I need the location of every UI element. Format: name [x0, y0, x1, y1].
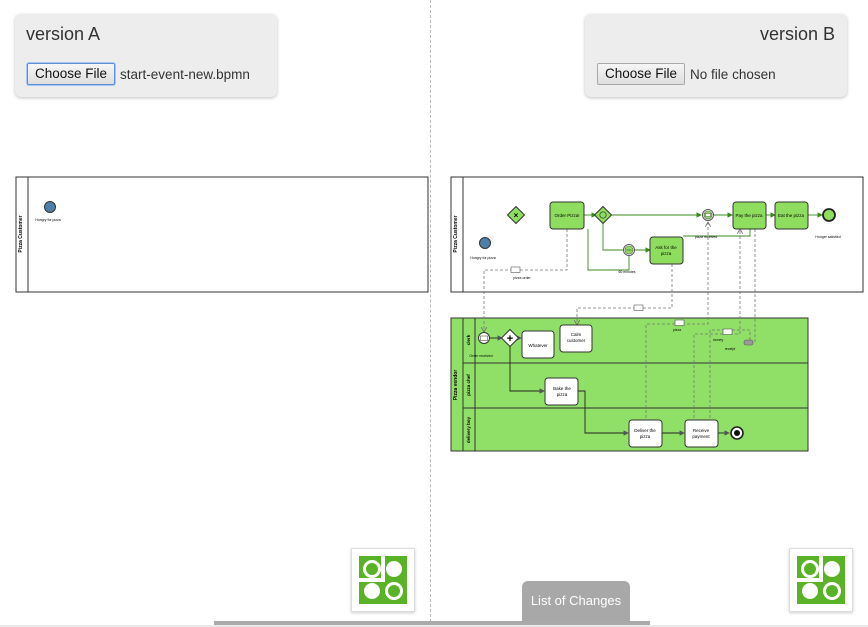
- end-event-customer[interactable]: [822, 208, 836, 222]
- task-bake-pizza[interactable]: Bake the pizza: [544, 377, 579, 406]
- vendor-pool-label: Pizza vendor: [453, 370, 459, 401]
- pizza-received-label: pizza received: [695, 235, 717, 239]
- svg-text:pizza: pizza: [640, 434, 651, 439]
- task-calm-customer[interactable]: Calm customer: [559, 324, 593, 353]
- diagram-a: Pizza Customer Hungry for pizza: [15, 176, 429, 293]
- svg-text:Pay the pizza: Pay the pizza: [735, 213, 763, 218]
- puzzle-gears-icon: [359, 556, 407, 604]
- diagram-b: Pizza Customer Pizza vendor clerk pizza …: [450, 176, 864, 452]
- logo-right[interactable]: [789, 548, 853, 612]
- order-received-label: Order received: [469, 354, 492, 358]
- svg-text:+: +: [507, 333, 513, 345]
- end-event-vendor[interactable]: [730, 426, 744, 440]
- svg-text:pizza: pizza: [661, 251, 672, 256]
- svg-text:Receive: Receive: [693, 428, 710, 433]
- task-pay-pizza[interactable]: Pay the pizza: [732, 201, 767, 230]
- svg-text:Whatever: Whatever: [528, 343, 548, 348]
- task-eat-pizza[interactable]: Eat the pizza: [774, 201, 809, 230]
- svg-text:customer: customer: [567, 338, 586, 343]
- list-of-changes-tab[interactable]: List of Changes: [522, 581, 630, 621]
- svg-text:Calm: Calm: [571, 332, 582, 337]
- lane-label-chef: pizza chef: [466, 374, 471, 396]
- svg-text:Ask for the: Ask for the: [655, 245, 677, 250]
- sixty-minutes-label: 60 minutes: [618, 270, 635, 274]
- task-receive-payment[interactable]: Receive payment: [684, 419, 719, 448]
- task-whatever[interactable]: Whatever: [521, 330, 555, 359]
- customer-pool-b: [450, 176, 864, 293]
- task-deliver-pizza[interactable]: Deliver the pizza: [628, 419, 663, 448]
- pizza-order-label: pizza order: [513, 276, 531, 280]
- svg-text:Order Pizza!: Order Pizza!: [554, 213, 579, 218]
- start-event-a[interactable]: [44, 201, 56, 213]
- start-event-b[interactable]: [479, 237, 491, 249]
- intermediate-message-event[interactable]: [702, 209, 714, 221]
- logo-left[interactable]: [351, 548, 415, 612]
- bpmn-diagrams: Pizza Customer Hungry for pizza Pizza Cu…: [15, 176, 864, 452]
- pizza-message-label: pizza: [673, 328, 681, 332]
- svg-text:Bake the: Bake the: [553, 386, 571, 391]
- task-ask-for-pizza[interactable]: Ask for the pizza: [649, 236, 684, 265]
- start-event-label-b: Hungry for pizza: [470, 256, 496, 260]
- receipt-label: receipt: [725, 347, 736, 351]
- hunger-satisfied-label: Hunger satisfied: [815, 235, 840, 239]
- lane-label-delivery: delivery boy: [466, 416, 471, 443]
- svg-text:payment: payment: [692, 434, 710, 439]
- svg-text:Eat the pizza: Eat the pizza: [778, 213, 805, 218]
- customer-pool-label-a: Pizza Customer: [18, 215, 24, 252]
- svg-text:Deliver the: Deliver the: [634, 428, 656, 433]
- svg-text:×: ×: [514, 211, 519, 220]
- customer-pool-label-b: Pizza Customer: [453, 215, 459, 252]
- lane-label-clerk: clerk: [466, 334, 471, 345]
- svg-text:pizza: pizza: [557, 392, 568, 397]
- start-event-label-a: Hungry for pizza: [35, 218, 61, 222]
- timer-event[interactable]: [623, 244, 635, 256]
- customer-pool-a: [15, 176, 429, 293]
- money-label: money: [713, 338, 724, 342]
- task-order-pizza[interactable]: Order Pizza!: [549, 201, 585, 230]
- start-message-event-vendor[interactable]: [478, 332, 490, 344]
- puzzle-gears-icon: [797, 556, 845, 604]
